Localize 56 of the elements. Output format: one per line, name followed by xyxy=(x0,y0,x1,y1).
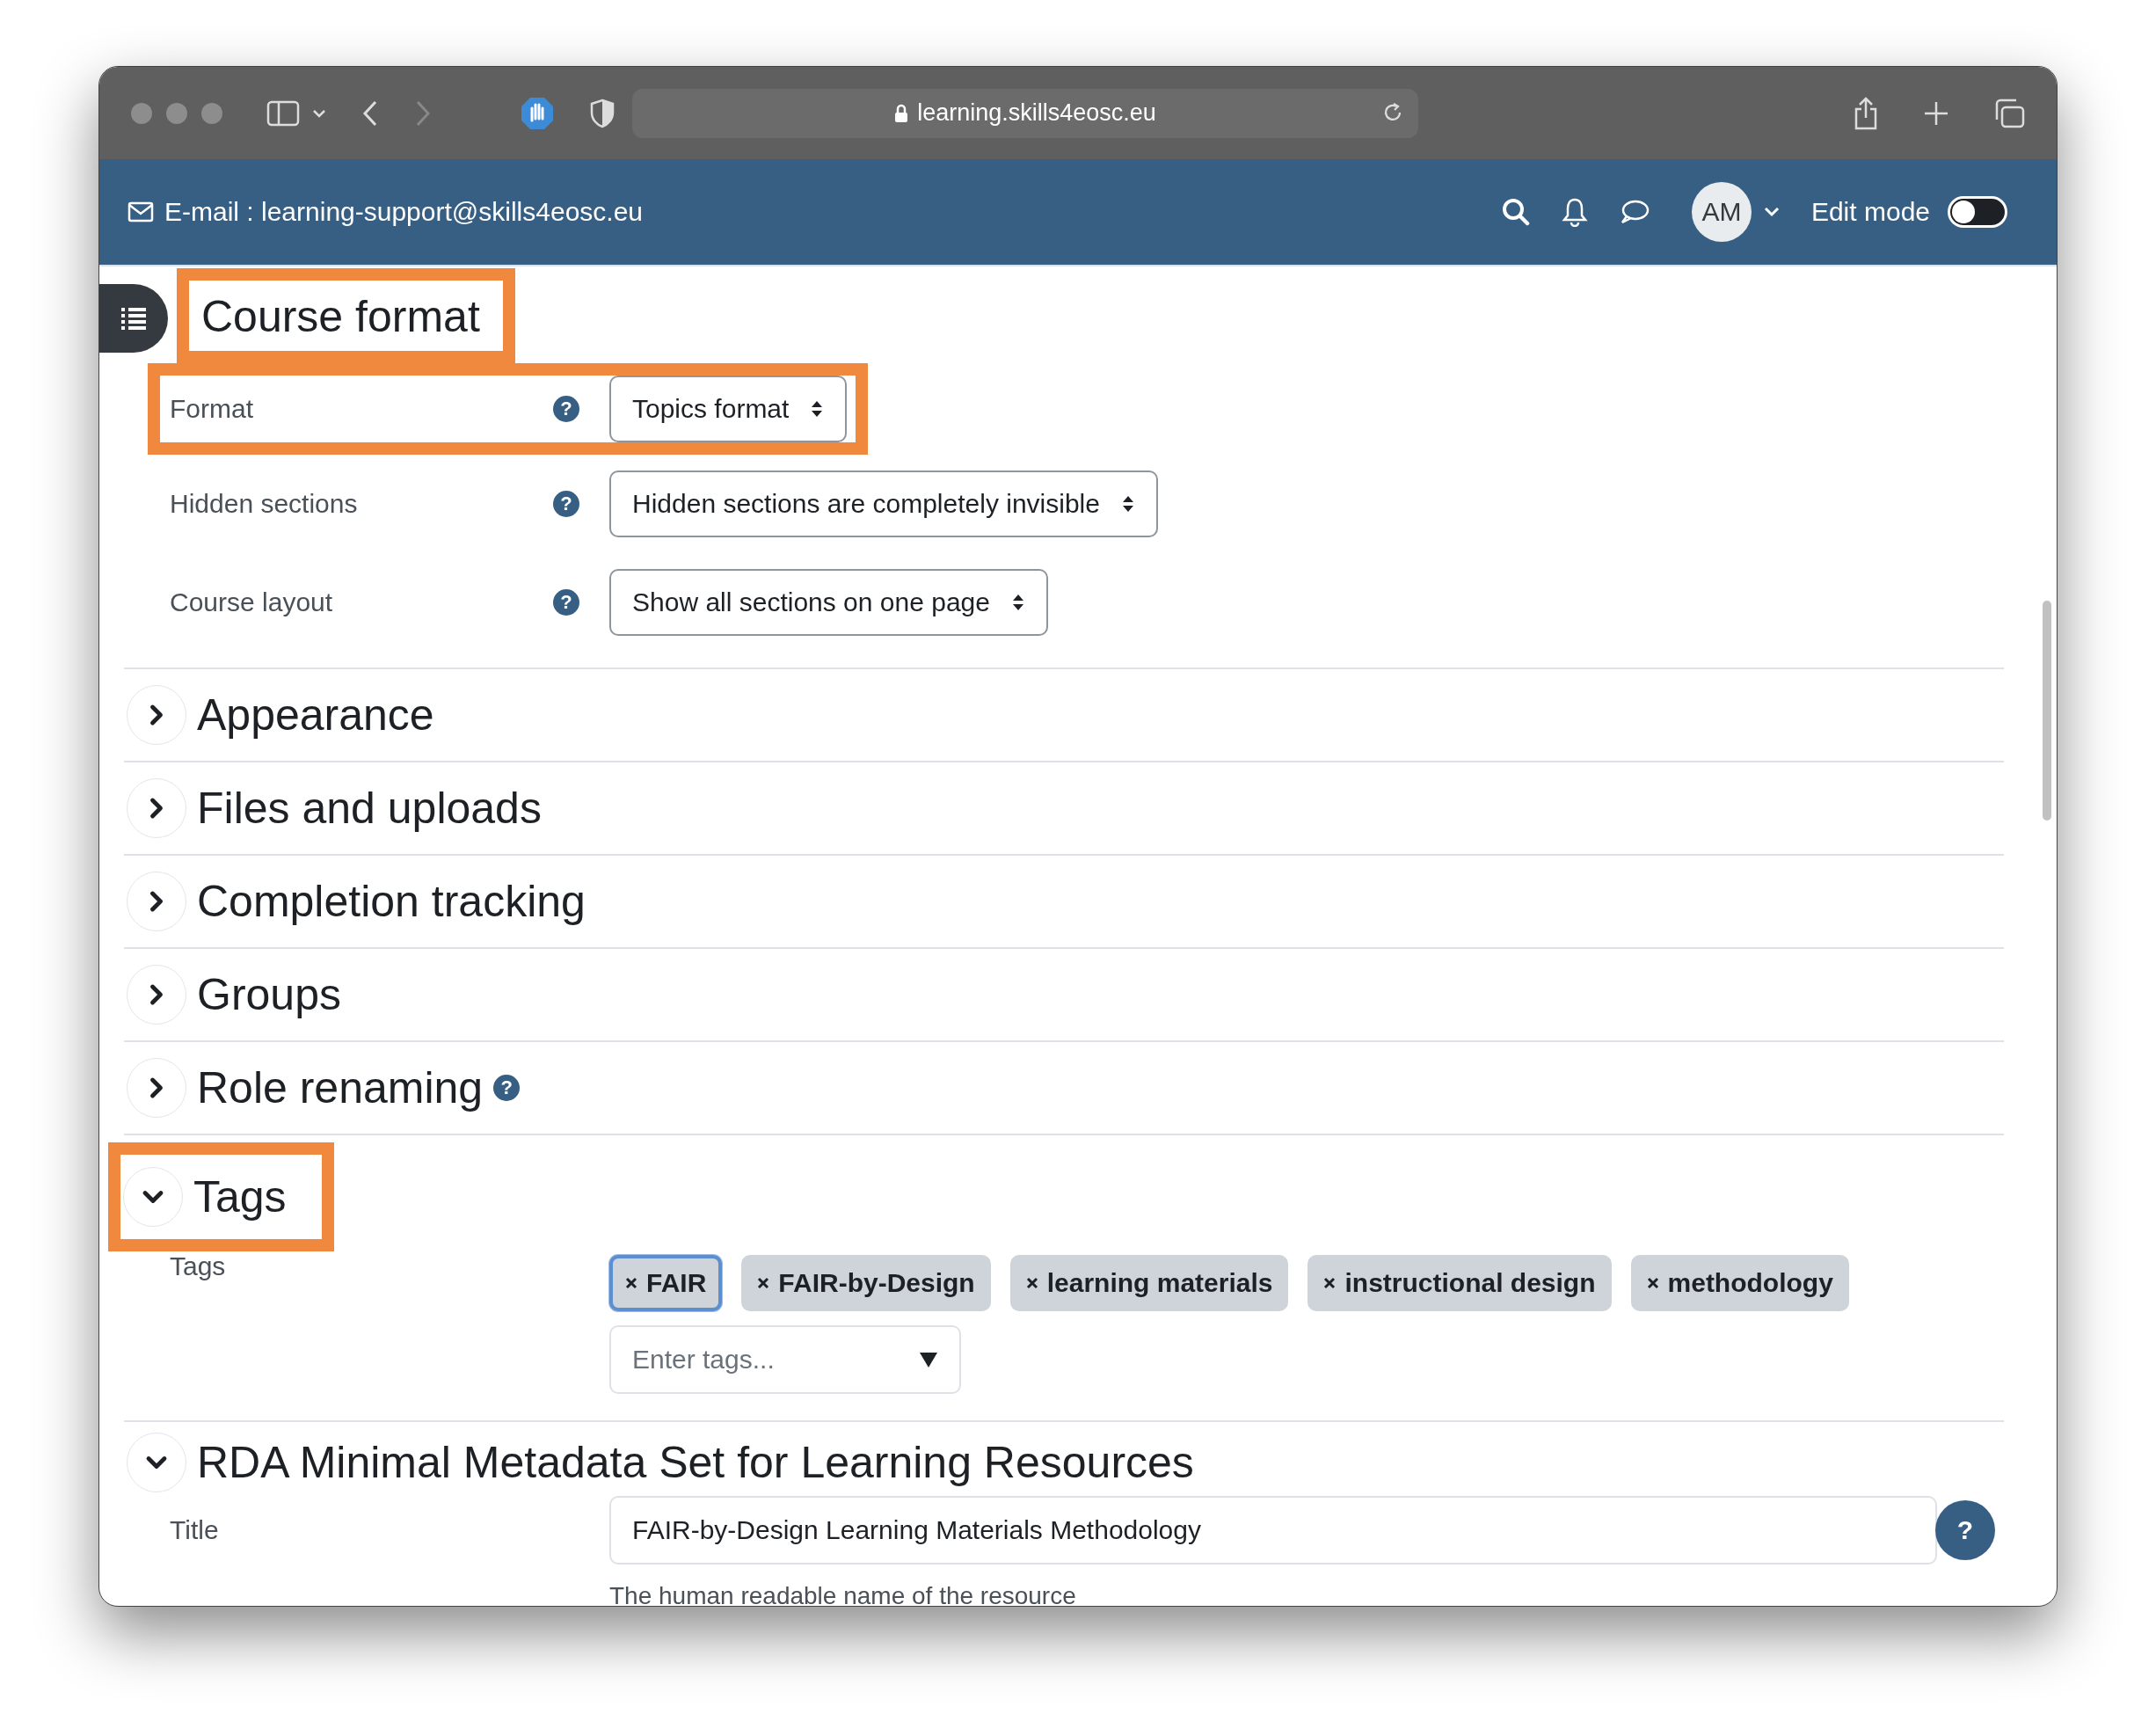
shield-icon[interactable] xyxy=(590,98,615,128)
tabs-icon[interactable] xyxy=(1993,98,2025,128)
section-title[interactable]: Completion tracking xyxy=(197,879,586,923)
field-label: Title xyxy=(170,1515,220,1545)
help-icon[interactable]: ? xyxy=(1935,1500,1995,1560)
help-icon[interactable]: ? xyxy=(553,491,579,517)
help-icon[interactable]: ? xyxy=(493,1075,521,1101)
tag-chip[interactable]: learning materials xyxy=(1009,1255,1289,1311)
sidebar-icon[interactable] xyxy=(266,99,300,127)
remove-icon[interactable] xyxy=(1025,1277,1038,1289)
envelope-icon xyxy=(127,201,154,222)
share-icon[interactable] xyxy=(1853,96,1879,130)
section-title[interactable]: Groups xyxy=(197,973,341,1017)
address-bar[interactable]: learning.skills4eosc.eu xyxy=(632,88,1418,138)
tag-chip[interactable]: instructional design xyxy=(1307,1255,1612,1311)
chat-icon[interactable] xyxy=(1619,199,1650,225)
back-icon[interactable] xyxy=(361,98,379,128)
field-label: Hidden sections xyxy=(170,489,359,519)
tag-chip[interactable]: FAIR-by-Design xyxy=(741,1255,991,1311)
title-input-field[interactable]: FAIR-by-Design Learning Materials Methodology xyxy=(609,1496,1937,1565)
tag-chip[interactable]: FAIR xyxy=(609,1255,723,1311)
field-hint: The human readable name of the resource xyxy=(609,1582,1077,1606)
remove-icon[interactable] xyxy=(1646,1277,1659,1289)
user-avatar[interactable]: AM xyxy=(1691,182,1752,242)
course-index-button[interactable] xyxy=(99,284,168,353)
lock-icon xyxy=(894,103,909,123)
contact-email: E-mail : learning-support@skills4eosc.eu xyxy=(164,197,643,227)
remove-icon[interactable] xyxy=(757,1277,770,1289)
section-title[interactable]: RDA Minimal Metadata Set for Learning Resources xyxy=(197,1441,1194,1484)
select-field[interactable]: Show all sections on one page xyxy=(609,569,1048,636)
section-title[interactable]: Role renaming xyxy=(197,1066,484,1110)
select-field[interactable]: Hidden sections are completely invisible xyxy=(609,470,1158,537)
remove-icon[interactable] xyxy=(625,1277,637,1289)
help-icon[interactable]: ? xyxy=(553,589,579,616)
edit-mode-label: Edit mode xyxy=(1810,197,1930,227)
tags-input-field[interactable]: Enter tags... xyxy=(609,1325,961,1394)
bell-icon[interactable] xyxy=(1561,197,1588,227)
field-label: Course layout xyxy=(170,587,334,617)
select-field[interactable]: Topics format xyxy=(609,376,848,442)
tag-chip[interactable]: methodology xyxy=(1630,1255,1849,1311)
edit-mode-toggle[interactable] xyxy=(1948,196,2007,228)
help-icon[interactable]: ? xyxy=(553,396,579,422)
chevron-down-icon[interactable] xyxy=(1763,207,1780,217)
section-title[interactable]: Files and uploads xyxy=(197,786,542,830)
chevron-down-icon[interactable] xyxy=(312,107,326,119)
search-icon[interactable] xyxy=(1501,198,1530,226)
remove-icon[interactable] xyxy=(1323,1277,1337,1289)
field-label: Format xyxy=(170,394,254,424)
list-icon xyxy=(120,307,147,330)
section-title[interactable]: Tags xyxy=(193,1175,287,1219)
section-title[interactable]: Appearance xyxy=(197,693,434,737)
plus-icon[interactable] xyxy=(1923,99,1949,127)
scrollbar[interactable] xyxy=(2043,601,2051,821)
dropdown-triangle-icon[interactable] xyxy=(919,1351,938,1368)
field-label: Tags xyxy=(170,1251,227,1281)
section-title: Course format xyxy=(201,292,480,341)
